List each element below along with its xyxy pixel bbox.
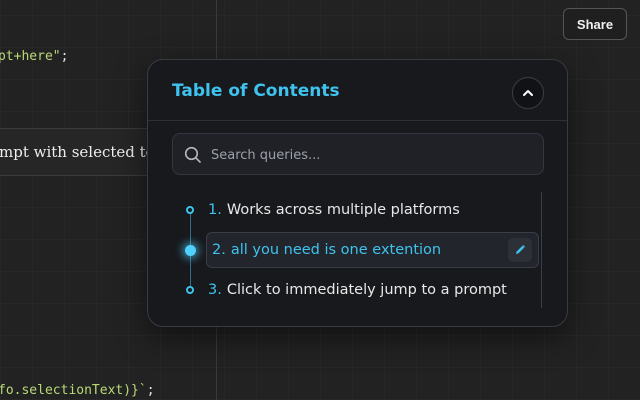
toc-panel: Table of Contents 1. Works across multip… bbox=[147, 59, 568, 327]
edit-button[interactable] bbox=[508, 238, 532, 262]
code-punctuation: ; bbox=[146, 383, 155, 398]
collapse-button[interactable] bbox=[512, 77, 544, 109]
search-input[interactable] bbox=[209, 134, 533, 176]
toc-item[interactable]: 3. Click to immediately jump to a prompt bbox=[206, 272, 539, 308]
code-string: pt+here" bbox=[0, 49, 61, 64]
timeline-dot bbox=[186, 206, 194, 214]
toc-item[interactable]: 1. Works across multiple platforms bbox=[206, 192, 539, 228]
search-icon bbox=[184, 146, 201, 163]
code-line: fo.selectionText)}`; bbox=[0, 383, 155, 398]
toc-item-label: Click to immediately jump to a prompt bbox=[226, 282, 507, 298]
search-box bbox=[172, 133, 544, 176]
toc-item-active[interactable]: 2. all you need is one extention bbox=[206, 232, 539, 268]
toc-item-number: 1. bbox=[208, 202, 222, 218]
toc-item-label: all you need is one extention bbox=[230, 242, 442, 258]
code-string: fo.selectionText)}` bbox=[0, 383, 147, 398]
share-button[interactable]: Share bbox=[563, 8, 627, 40]
toc-item-number: 3. bbox=[208, 282, 222, 298]
timeline-dot-active bbox=[185, 245, 196, 256]
toc-title: Table of Contents bbox=[172, 81, 340, 101]
header-divider bbox=[148, 120, 567, 121]
timeline-dot bbox=[186, 286, 194, 294]
code-line: pt+here"; bbox=[0, 49, 68, 64]
code-punctuation: ; bbox=[60, 49, 69, 64]
toc-item-label: Works across multiple platforms bbox=[226, 202, 460, 218]
selected-text: mpt with selected tex bbox=[0, 143, 164, 161]
pencil-icon bbox=[516, 244, 526, 254]
toc-item-number: 2. bbox=[212, 242, 226, 258]
chevron-up-icon bbox=[523, 90, 533, 96]
scrollbar[interactable] bbox=[541, 192, 542, 308]
